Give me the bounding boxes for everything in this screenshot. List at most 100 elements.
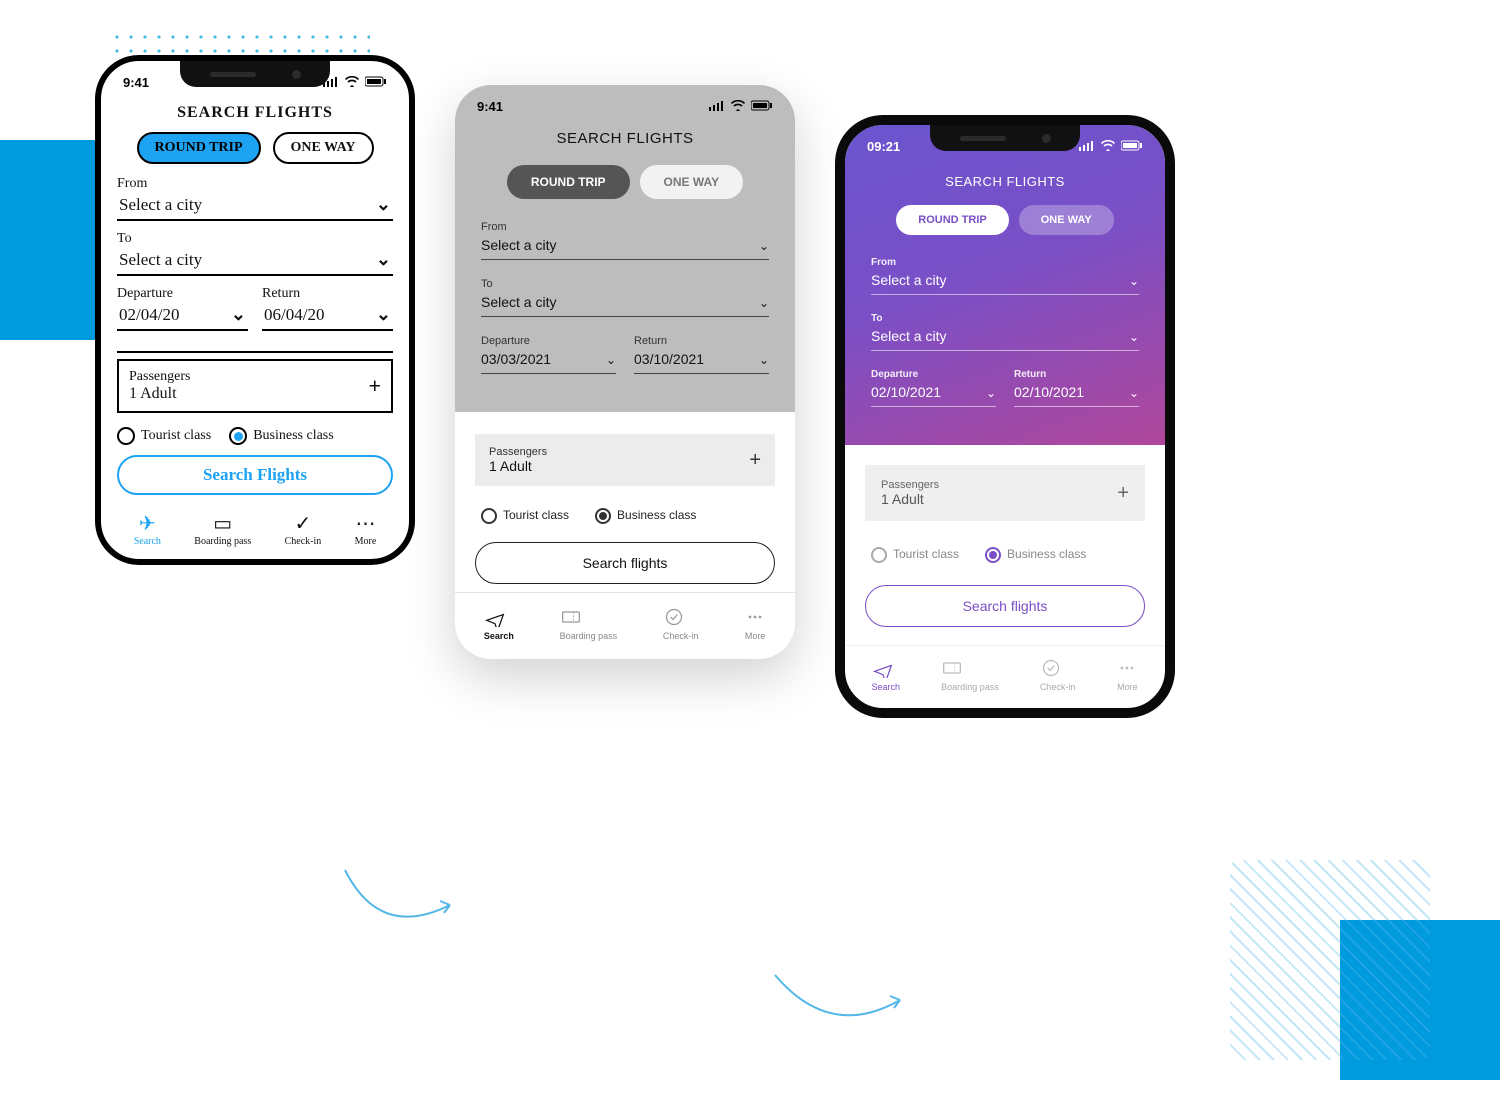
from-label: From [117,176,393,192]
trip-type-round[interactable]: ROUND TRIP [507,165,630,199]
from-value: Select a city [871,272,946,288]
passengers-stepper[interactable]: Passengers 1 Adult + [865,465,1145,521]
class-business-label: Business class [253,428,334,444]
return-select[interactable]: 03/10/2021⌄ [634,347,769,374]
nav-more[interactable]: ⋯More [355,511,377,547]
passengers-label: Passengers [489,446,547,458]
radio-icon [117,427,135,445]
class-tourist-radio[interactable]: Tourist class [871,547,959,563]
to-select[interactable]: Select a city ⌄ [871,324,1139,351]
chevron-down-icon: ⌄ [1129,330,1139,344]
trip-type-oneway[interactable]: ONE WAY [1019,205,1114,235]
wifi-icon [344,75,360,90]
wireframe-mockup: 9:41 SEARCH FLIGHTS ROUND TRIP ONE WAY F… [455,85,795,718]
departure-value: 02/10/2021 [871,384,941,400]
wifi-icon [1100,139,1116,154]
to-select[interactable]: Select a city ⌄ [117,247,393,276]
trip-type-oneway[interactable]: ONE WAY [273,132,374,164]
departure-select[interactable]: 02/04/20 ⌄ [117,302,248,331]
trip-type-round[interactable]: ROUND TRIP [896,205,1008,235]
bottom-nav: Search Boarding pass Check-in More [455,592,795,659]
nav-boarding-pass[interactable]: Boarding pass [560,607,618,641]
return-label: Return [634,335,769,347]
chevron-down-icon: ⌄ [759,239,769,253]
to-label: To [117,231,393,247]
ticket-icon [560,607,582,627]
return-select[interactable]: 02/10/2021 ⌄ [1014,380,1139,407]
to-value: Select a city [871,328,946,344]
sketch-mockup: 9:41 SEARCH FLIGHTS ROUND TRIP ONE WAY F… [95,55,415,718]
battery-icon [1121,139,1143,154]
phone-notch [180,61,330,87]
nav-checkin[interactable]: ✓Check-in [285,511,322,547]
nav-search[interactable]: Search [484,607,514,641]
from-label: From [481,221,769,233]
status-bar: 9:41 [455,85,795,120]
chevron-down-icon: ⌄ [606,353,616,367]
return-label: Return [1014,369,1139,380]
bottom-nav: ✈Search ▭Boarding pass ✓Check-in ⋯More [117,511,393,547]
status-time: 9:41 [477,99,503,114]
trip-type-round[interactable]: ROUND TRIP [137,132,261,164]
chevron-down-icon: ⌄ [759,353,769,367]
search-flights-button[interactable]: Search Flights [117,455,393,495]
to-value: Select a city [119,250,202,270]
nav-checkin[interactable]: Check-in [1040,658,1076,692]
passengers-stepper[interactable]: Passengers 1 Adult + [117,359,393,413]
class-business-radio[interactable]: Business class [229,427,334,445]
nav-more[interactable]: More [1116,658,1138,692]
nav-boarding-pass[interactable]: ▭Boarding pass [194,511,251,547]
departure-label: Departure [117,286,248,302]
chevron-down-icon: ⌄ [1129,274,1139,288]
chevron-down-icon: ⌄ [1129,386,1139,400]
from-select[interactable]: Select a city ⌄ [871,268,1139,295]
to-select[interactable]: Select a city⌄ [481,290,769,317]
battery-icon [751,99,773,114]
to-label: To [481,278,769,290]
signal-icon [709,99,725,114]
plane-icon [484,607,506,627]
class-business-radio[interactable]: Business class [595,508,696,524]
departure-select[interactable]: 02/10/2021 ⌄ [871,380,996,407]
plus-icon[interactable]: + [368,373,381,399]
nav-more[interactable]: More [744,607,766,641]
class-tourist-radio[interactable]: Tourist class [117,427,211,445]
bottom-nav: Search Boarding pass Check-in More [845,645,1165,708]
more-icon [1116,658,1138,678]
ticket-icon: ▭ [194,511,251,536]
chevron-down-icon: ⌄ [986,386,996,400]
nav-boarding-pass[interactable]: Boarding pass [941,658,999,692]
trip-type-oneway[interactable]: ONE WAY [640,165,744,199]
passengers-stepper[interactable]: Passengers 1 Adult + [475,434,775,486]
plus-icon[interactable]: + [1117,482,1129,505]
chevron-down-icon: ⌄ [376,249,391,270]
class-tourist-radio[interactable]: Tourist class [481,508,569,524]
class-business-radio[interactable]: Business class [985,547,1086,563]
passengers-label: Passengers [881,479,939,491]
nav-search[interactable]: ✈Search [134,511,161,547]
divider [117,351,393,353]
passengers-value: 1 Adult [129,385,190,403]
class-tourist-label: Tourist class [141,428,211,444]
nav-checkin[interactable]: Check-in [663,607,699,641]
to-label: To [871,313,1139,324]
plus-icon[interactable]: + [749,449,761,472]
return-value: 02/10/2021 [1014,384,1084,400]
decorative-square-bottom-right [1340,920,1500,1080]
nav-search[interactable]: Search [872,658,901,692]
from-select[interactable]: Select a city⌄ [481,233,769,260]
return-select[interactable]: 06/04/20 ⌄ [262,302,393,331]
battery-icon [365,75,387,90]
departure-value: 03/03/2021 [481,351,551,367]
search-flights-button[interactable]: Search flights [475,542,775,584]
hifi-mockup: 09:21 SEARCH FLIGHTS ROUND TRIP ONE WAY … [835,115,1175,718]
radio-icon [481,508,497,524]
radio-icon [871,547,887,563]
chevron-down-icon: ⌄ [759,296,769,310]
from-select[interactable]: Select a city ⌄ [117,192,393,221]
departure-select[interactable]: 03/03/2021 ⌄ [481,347,616,374]
progress-arrow-1 [340,860,460,930]
search-flights-button[interactable]: Search flights [865,585,1145,627]
plane-icon [872,658,894,678]
status-time: 09:21 [867,139,900,154]
